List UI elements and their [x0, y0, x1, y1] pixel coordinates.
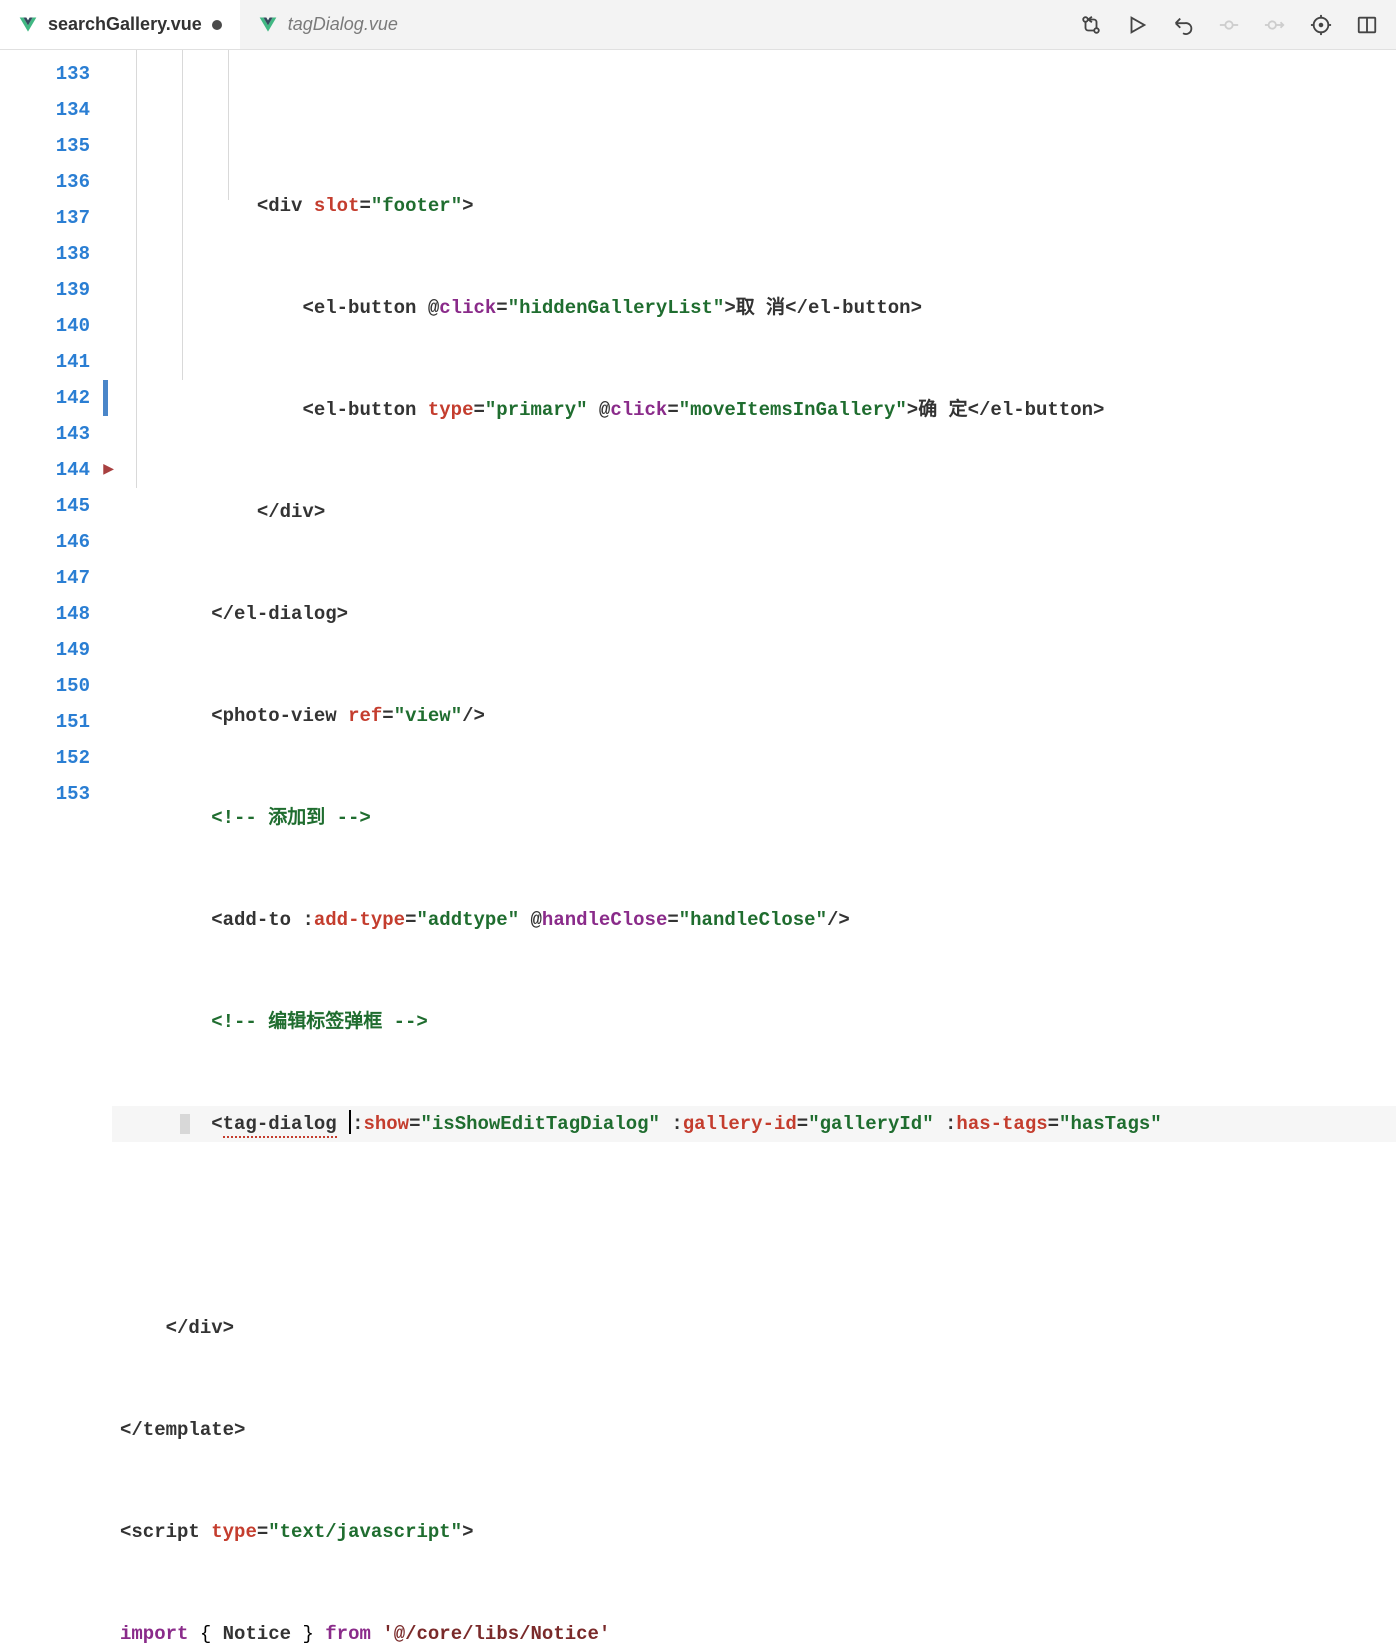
tab-searchgallery[interactable]: searchGallery.vue [0, 0, 240, 49]
line-number: 148 [0, 596, 90, 632]
tab-tagdialog[interactable]: tagDialog.vue [240, 0, 416, 49]
code-content[interactable]: <div slot="footer"> <el-button @click="h… [112, 50, 1396, 824]
code-line: <!-- 编辑标签弹框 --> [112, 1004, 1396, 1040]
line-number: 151 [0, 704, 90, 740]
line-number: 135 [0, 128, 90, 164]
code-line [112, 1208, 1396, 1244]
play-icon[interactable] [1126, 14, 1148, 36]
commit-arrow-icon[interactable] [1264, 14, 1286, 36]
line-number: 141 [0, 344, 90, 380]
line-number: 147 [0, 560, 90, 596]
tab-bar: searchGallery.vue tagDialog.vue [0, 0, 1396, 50]
line-number: 138 [0, 236, 90, 272]
line-number: 134 [0, 92, 90, 128]
code-line: import { Notice } from '@/core/libs/Noti… [112, 1616, 1396, 1648]
revert-icon[interactable] [1172, 14, 1194, 36]
line-number: 149 [0, 632, 90, 668]
line-number: 140 [0, 308, 90, 344]
code-line: </div> [112, 1310, 1396, 1346]
tab-label: tagDialog.vue [288, 14, 398, 35]
line-number: 145 [0, 488, 90, 524]
editor-actions [1080, 0, 1396, 49]
line-number: 142 [0, 380, 90, 416]
line-number: 144 [0, 452, 90, 488]
line-number: 146 [0, 524, 90, 560]
code-line: <div slot="footer"> [112, 188, 1396, 224]
line-number: 143 [0, 416, 90, 452]
editor-area[interactable]: 133 134 135 136 137 138 139 140 141 142 … [0, 50, 1396, 824]
code-line: <el-button type="primary" @click="moveIt… [112, 392, 1396, 428]
line-gutter: 133 134 135 136 137 138 139 140 141 142 … [0, 50, 112, 824]
line-number: 153 [0, 776, 90, 812]
code-line: <add-to :add-type="addtype" @handleClose… [112, 902, 1396, 938]
code-line: <el-button @click="hiddenGalleryList">取 … [112, 290, 1396, 326]
vue-icon [258, 15, 278, 35]
target-icon[interactable] [1310, 14, 1332, 36]
code-line-current: <tag-dialog :show="isShowEditTagDialog" … [112, 1106, 1396, 1142]
commit-dot-icon[interactable] [1218, 14, 1240, 36]
line-number: 136 [0, 164, 90, 200]
git-compare-icon[interactable] [1080, 14, 1102, 36]
line-number: 152 [0, 740, 90, 776]
code-line: </div> [112, 494, 1396, 530]
line-number: 137 [0, 200, 90, 236]
tab-label: searchGallery.vue [48, 14, 202, 35]
split-panel-icon[interactable] [1356, 14, 1378, 36]
code-line: </template> [112, 1412, 1396, 1448]
code-line: <script type="text/javascript"> [112, 1514, 1396, 1550]
line-number: 150 [0, 668, 90, 704]
code-line: <!-- 添加到 --> [112, 800, 1396, 836]
code-line: <photo-view ref="view"/> [112, 698, 1396, 734]
line-number: 133 [0, 56, 90, 92]
vue-icon [18, 15, 38, 35]
dirty-indicator-icon [212, 20, 222, 30]
line-number: 139 [0, 272, 90, 308]
code-line: </el-dialog> [112, 596, 1396, 632]
